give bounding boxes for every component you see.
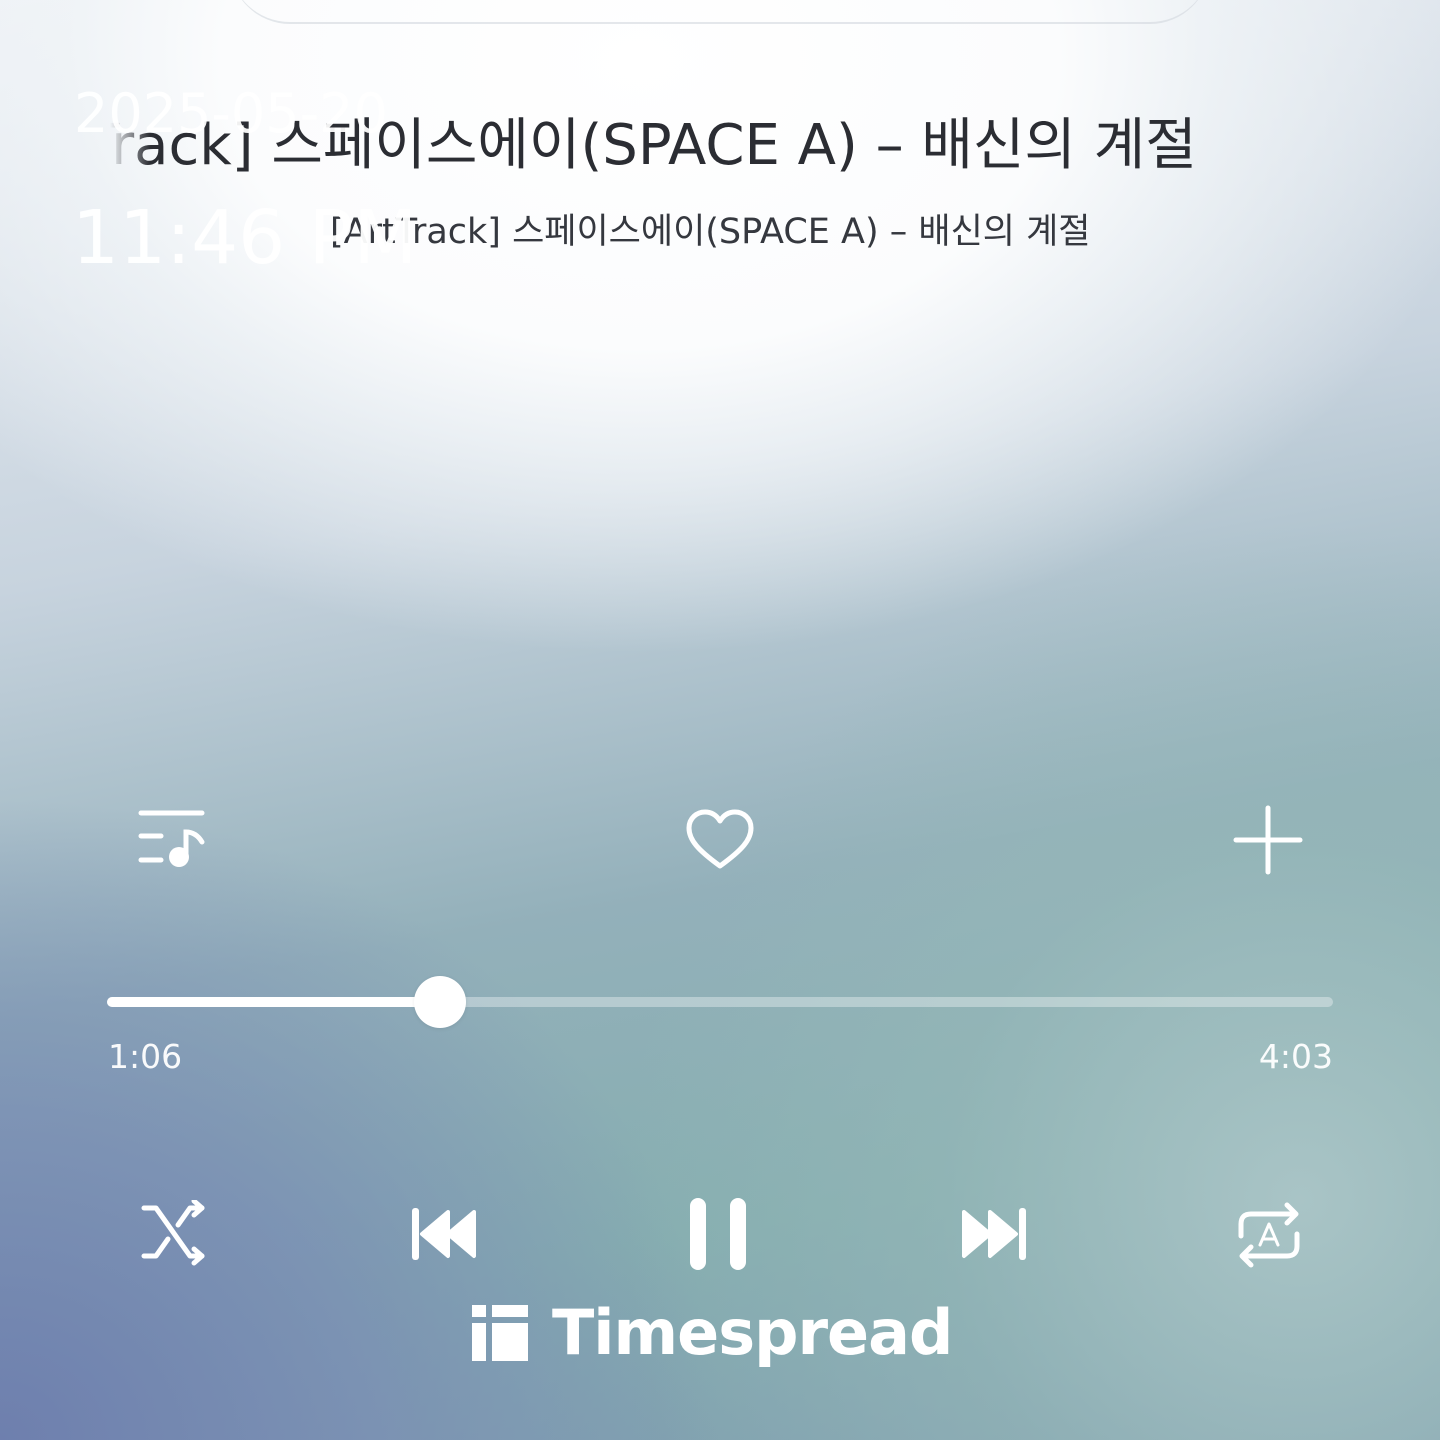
progress-thumb[interactable] xyxy=(414,976,467,1028)
total-time: 4:03 xyxy=(1258,1037,1333,1076)
plus-icon[interactable] xyxy=(1233,805,1303,875)
album-art-edge xyxy=(230,0,1210,24)
playlist-music-icon[interactable] xyxy=(136,805,212,875)
heart-outline-icon[interactable] xyxy=(684,808,756,872)
skip-previous-icon[interactable] xyxy=(410,1206,478,1262)
music-player-screen: [ArtTrack] 스페이스에이(SPACE A) – 배신의 계절 [Art… xyxy=(0,0,1440,1440)
overlay-time: 11:46 PM xyxy=(72,195,418,281)
progress-slider[interactable] xyxy=(107,976,1333,1028)
timespread-logo-icon xyxy=(472,1305,528,1361)
shuffle-icon[interactable] xyxy=(138,1200,210,1272)
pause-icon[interactable] xyxy=(688,1196,752,1272)
brand-name: Timespread xyxy=(552,1296,953,1369)
progress-fill xyxy=(107,997,441,1007)
elapsed-time: 1:06 xyxy=(108,1037,183,1076)
song-subtitle: [ArtTrack] 스페이스에이(SPACE A) – 배신의 계절 xyxy=(330,212,1091,252)
repeat-a-icon[interactable] xyxy=(1233,1200,1305,1270)
skip-next-icon[interactable] xyxy=(960,1206,1028,1262)
overlay-date: 2025-05-20 xyxy=(74,82,388,145)
timespread-watermark: Timespread xyxy=(472,1296,953,1369)
